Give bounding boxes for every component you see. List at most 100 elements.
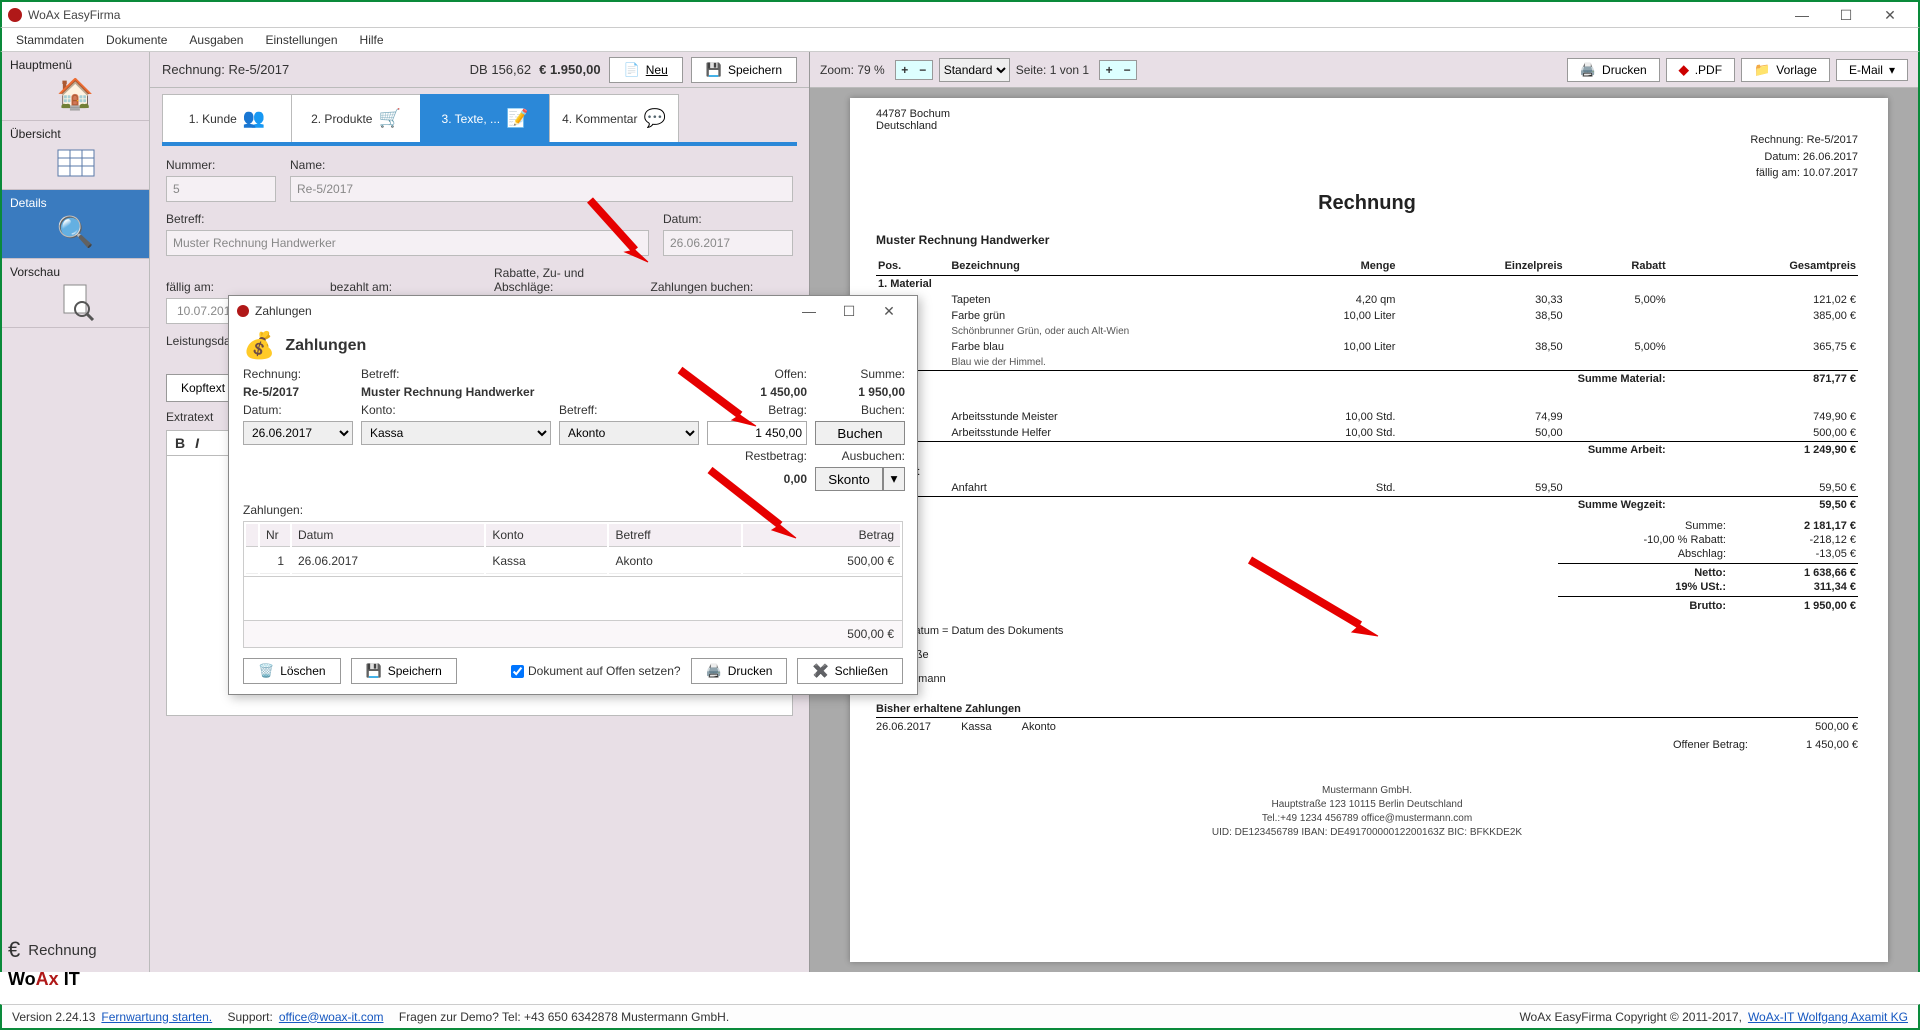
datum-input[interactable] xyxy=(663,230,793,256)
nav-vorschau[interactable]: Vorschau xyxy=(2,259,149,328)
doc-address: 44787 BochumDeutschland xyxy=(876,108,1858,132)
offen-checkbox-label[interactable]: Dokument auf Offen setzen? xyxy=(511,664,681,678)
menu-stammdaten[interactable]: Stammdaten xyxy=(6,31,94,49)
dialog-titlebar[interactable]: Zahlungen — ☐ ✕ xyxy=(229,296,917,326)
dialog-maximize[interactable]: ☐ xyxy=(829,303,869,320)
bold-button[interactable]: B xyxy=(175,435,185,451)
delete-button[interactable]: 🗑️Löschen xyxy=(243,658,341,684)
name-input[interactable] xyxy=(290,176,793,202)
save-button[interactable]: 💾Speichern xyxy=(691,57,797,83)
invoice-total: € 1.950,00 xyxy=(539,62,600,77)
menu-ausgaben[interactable]: Ausgaben xyxy=(179,31,253,49)
dlg-ausbuchen-label: Ausbuchen: xyxy=(815,449,905,463)
dlg-offen-val: 1 450,00 xyxy=(707,385,807,399)
tab-bar: 1. Kunde👥 2. Produkte🛒 3. Texte, ...📝 4.… xyxy=(150,94,809,142)
dlg-save-button[interactable]: 💾Speichern xyxy=(351,658,457,684)
nav-label: Übersicht xyxy=(10,127,61,141)
email-button[interactable]: E-Mail ▾ xyxy=(1836,59,1908,81)
offen-checkbox[interactable] xyxy=(511,665,524,678)
dialog-title: Zahlungen xyxy=(255,304,312,318)
dialog-buttons: 🗑️Löschen 💾Speichern Dokument auf Offen … xyxy=(243,648,903,684)
page-stepper[interactable]: +− xyxy=(1099,60,1137,80)
tab-produkte[interactable]: 2. Produkte🛒 xyxy=(291,94,421,142)
menubar: Stammdaten Dokumente Ausgaben Einstellun… xyxy=(0,28,1920,52)
preview-icon xyxy=(10,279,141,323)
save-icon: 💾 xyxy=(366,663,382,679)
betreff-label: Betreff: xyxy=(166,212,649,226)
woax-logo: WoAx IT xyxy=(8,969,97,990)
fernwartung-link[interactable]: Fernwartung starten. xyxy=(101,1010,212,1024)
info-icon: 💬 xyxy=(643,108,665,129)
menu-dokumente[interactable]: Dokumente xyxy=(96,31,177,49)
printer-icon: 🖨️ xyxy=(706,663,722,679)
demo-label: Fragen zur Demo? Tel: +43 650 6342878 Mu… xyxy=(399,1010,729,1024)
nav-label: Hauptmenü xyxy=(10,58,72,72)
skonto-dropdown[interactable]: ▾ xyxy=(883,467,905,491)
maximize-button[interactable]: ☐ xyxy=(1824,3,1868,27)
people-icon: 👥 xyxy=(243,108,265,129)
branding-area: €Rechnung WoAx IT xyxy=(8,937,97,990)
menu-einstellungen[interactable]: Einstellungen xyxy=(255,31,347,49)
invoice-db: DB 156,62 xyxy=(470,62,531,77)
trash-icon: 🗑️ xyxy=(258,663,274,679)
minimize-button[interactable]: — xyxy=(1780,3,1824,27)
nav-details[interactable]: Details 🔍 xyxy=(2,190,149,259)
tab-kunde[interactable]: 1. Kunde👥 xyxy=(162,94,292,142)
betreff-input[interactable] xyxy=(166,230,649,256)
dlg-rest-val: 0,00 xyxy=(707,472,807,486)
dlg-betrag-label: Betrag: xyxy=(707,403,807,417)
dialog-close[interactable]: ✕ xyxy=(869,303,909,320)
faellig-label: fällig am: xyxy=(166,280,316,294)
company-link[interactable]: WoAx-IT Wolfgang Axamit KG xyxy=(1748,1010,1908,1024)
copyright-label: WoAx EasyFirma Copyright © 2011-2017, xyxy=(1519,1010,1742,1024)
zoom-label: Zoom: 79 % xyxy=(820,63,885,77)
dlg-betreff-val: Muster Rechnung Handwerker xyxy=(361,385,699,399)
nummer-input[interactable] xyxy=(166,176,276,202)
document-viewport[interactable]: 44787 BochumDeutschland Rechnung: Re-5/2… xyxy=(810,88,1918,972)
close-button[interactable]: ✕ xyxy=(1868,3,1912,27)
support-email[interactable]: office@woax-it.com xyxy=(279,1010,384,1024)
dlg-betrag-input[interactable] xyxy=(707,421,807,445)
nav-label: Vorschau xyxy=(10,265,60,279)
dlg-rechnung-val: Re-5/2017 xyxy=(243,385,353,399)
italic-button[interactable]: I xyxy=(195,435,199,451)
tab-kommentar[interactable]: 4. Kommentar💬 xyxy=(549,94,679,142)
folder-icon: 📁 xyxy=(1754,62,1770,78)
doc-received: Bisher erhaltene Zahlungen 26.06.2017Kas… xyxy=(876,703,1858,754)
template-button[interactable]: 📁Vorlage xyxy=(1741,58,1830,82)
support-label: Support: xyxy=(227,1010,272,1024)
money-icon: 💰 xyxy=(243,330,275,361)
dlg-konto-select[interactable]: Kassa xyxy=(361,421,551,445)
zoom-stepper[interactable]: +− xyxy=(895,60,933,80)
rabatte-label: Rabatte, Zu- und Abschläge: xyxy=(494,266,637,294)
dialog-minimize[interactable]: — xyxy=(789,303,829,319)
bezahlt-label: bezahlt am: xyxy=(330,280,480,294)
app-icon xyxy=(8,8,22,22)
dlg-betreff-select[interactable]: Akonto xyxy=(559,421,699,445)
dlg-datum-select[interactable]: 26.06.2017 xyxy=(243,421,353,445)
dlg-rechnung-label: Rechnung: xyxy=(243,367,353,381)
table-row[interactable]: 126.06.2017KassaAkonto500,00 € xyxy=(246,549,900,574)
nav-uebersicht[interactable]: Übersicht xyxy=(2,121,149,190)
sidebar: Hauptmenü 🏠 Übersicht Details 🔍 Vorschau xyxy=(2,52,150,972)
zoom-select[interactable]: Standard xyxy=(939,58,1010,82)
buchen-button[interactable]: Buchen xyxy=(815,421,905,445)
version-label: Version 2.24.13 xyxy=(12,1010,95,1024)
pdf-button[interactable]: ◆.PDF xyxy=(1666,58,1735,82)
zahlungen-label: Zahlungen buchen: xyxy=(651,280,794,294)
tab-texte[interactable]: 3. Texte, ...📝 xyxy=(420,94,550,142)
dlg-print-button[interactable]: 🖨️Drucken xyxy=(691,658,788,684)
doc-items-table: Pos.BezeichnungMengeEinzelpreisRabattGes… xyxy=(876,257,1858,513)
print-button[interactable]: 🖨️Drucken xyxy=(1567,58,1660,82)
skonto-button[interactable]: Skonto xyxy=(815,467,883,491)
dlg-konto-label: Konto: xyxy=(361,403,551,417)
statusbar: Version 2.24.13 Fernwartung starten. Sup… xyxy=(0,1004,1920,1030)
payments-total: 500,00 € xyxy=(243,621,903,648)
menu-hilfe[interactable]: Hilfe xyxy=(350,31,394,49)
grid-icon xyxy=(10,141,141,185)
nav-hauptmenu[interactable]: Hauptmenü 🏠 xyxy=(2,52,149,121)
doc-footer: Mustermann GmbH.Hauptstraße 123 10115 Be… xyxy=(876,784,1858,840)
dlg-datum-label: Datum: xyxy=(243,403,353,417)
dlg-close-button[interactable]: ✖️Schließen xyxy=(797,658,903,684)
new-button[interactable]: 📄Neu xyxy=(609,57,683,83)
